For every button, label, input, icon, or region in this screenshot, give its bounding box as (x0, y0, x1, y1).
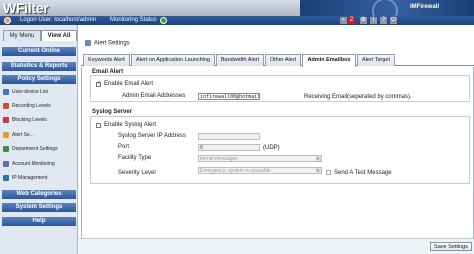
sidebar-item-alert-settings[interactable]: Alert Se... (3, 130, 76, 141)
sidebar-section-help[interactable]: Help (2, 217, 76, 226)
sidebar-section-system-settings[interactable]: System Settings (2, 203, 76, 212)
breadcrumb: Alert Settings (85, 40, 130, 47)
enable-syslog-alert-checkbox[interactable] (96, 123, 101, 128)
footer-bar: Save Settings (79, 238, 474, 254)
record-icon (3, 102, 9, 109)
tab-view-all[interactable]: View All (41, 30, 77, 41)
severity-level-label: Severity Level (118, 170, 156, 176)
monitoring-status-label: Monitoring Status (110, 17, 157, 23)
logout-icon[interactable]: ⏻ (390, 17, 397, 24)
chevron-down-icon: ▼ (315, 156, 321, 161)
send-test-message-label: Send A Test Message (334, 170, 392, 176)
notification-badge[interactable]: 2 (348, 17, 355, 24)
tray-icon[interactable]: ▪ (340, 17, 347, 24)
admin-email-input[interactable]: infirewall00@hotmail. (198, 93, 260, 100)
sidebar-item-blocking-levels[interactable]: Blocking Levels (3, 115, 76, 126)
page-title: Alert Settings (94, 40, 130, 47)
syslog-port-input[interactable]: 0 (198, 144, 260, 151)
tab-my-menu[interactable]: My Menu (3, 30, 41, 41)
tab-bandwidth-alert[interactable]: Bandwidth Alert (216, 54, 264, 66)
sidebar-tabs: My Menu View All (1, 30, 77, 41)
alert-icon (3, 131, 9, 138)
sidebar-section-current-online[interactable]: Current Online (2, 47, 76, 56)
status-bar: Logon User: localhost/admin Monitoring S… (0, 16, 474, 25)
app-header: WFilter IMFirewall (0, 0, 474, 24)
tab-app-launching-alert[interactable]: Alert on Application Launching (131, 54, 215, 66)
alert-settings-icon (85, 40, 91, 46)
facility-type-select[interactable]: kernel messages ▼ (198, 155, 322, 162)
enable-email-alert-checkbox[interactable] (96, 80, 101, 87)
monitoring-status-icon[interactable] (160, 17, 167, 24)
send-test-message-checkbox[interactable] (326, 170, 331, 175)
admin-email-hint: Receiving Email(seperated by commas). (304, 94, 412, 100)
main-content: Alert Settings Keywords Alert Alert on A… (79, 25, 474, 254)
sidebar: My Menu View All Current Online Statisti… (0, 25, 78, 254)
enable-email-alert-label: Enable Email Alert (104, 81, 154, 87)
banner-title: IMFirewall (410, 4, 440, 10)
facility-type-label: Facility Type (118, 155, 152, 161)
admin-emailbox-panel: Email Alert Enable Email Alert Admin Ema… (81, 67, 474, 239)
sidebar-item-department-settings[interactable]: Department Settings (3, 144, 76, 155)
ip-icon (3, 174, 9, 181)
help-icon[interactable]: ? (380, 17, 387, 24)
sidebar-section-statistics[interactable]: Statistics & Reports (2, 62, 76, 71)
sidebar-item-account-monitoring[interactable]: Account Monitoring (3, 159, 76, 170)
sidebar-section-policy[interactable]: Policy Settings (2, 75, 76, 84)
app-logo: WFilter (3, 0, 49, 16)
admin-email-label: Admin Email Addresses (122, 93, 186, 99)
sidebar-section-web-categories[interactable]: Web Categories (2, 190, 76, 199)
sidebar-item-recording-levels[interactable]: Recording Levels (3, 101, 76, 112)
enable-syslog-alert-label: Enable Syslog Alert (104, 122, 157, 128)
sidebar-item-ip-management[interactable]: IP Management (3, 173, 76, 184)
alert-tabs: Keywords Alert Alert on Application Laun… (81, 54, 474, 67)
sidebar-item-user-device-list[interactable]: User-device List (3, 87, 76, 98)
logon-user: Logon User: localhost/admin (20, 17, 97, 23)
syslog-ip-label: Syslog Server IP Address (118, 133, 186, 139)
block-icon (3, 116, 9, 123)
settings-icon[interactable]: ⚙ (360, 17, 367, 24)
syslog-port-label: Port (118, 144, 130, 150)
user-list-icon (3, 88, 9, 95)
info-icon[interactable]: i (370, 17, 377, 24)
chevron-down-icon: ▼ (315, 168, 321, 173)
severity-level-select[interactable]: Emergency: system is unusable ▼ (198, 167, 322, 174)
account-icon (3, 160, 9, 167)
user-icon (4, 17, 11, 24)
syslog-port-suffix: (UDP) (263, 145, 280, 151)
tab-keywords-alert[interactable]: Keywords Alert (83, 54, 130, 66)
syslog-server-title: Syslog Server (92, 109, 133, 115)
tab-admin-emailbox[interactable]: Admin Emailbox (302, 54, 356, 67)
department-icon (3, 145, 9, 152)
save-settings-button[interactable]: Save Settings (430, 242, 472, 251)
tab-alert-target[interactable]: Alert Target (357, 54, 395, 66)
tab-other-alert[interactable]: Other Alert (265, 54, 301, 66)
syslog-ip-input[interactable] (198, 133, 260, 140)
